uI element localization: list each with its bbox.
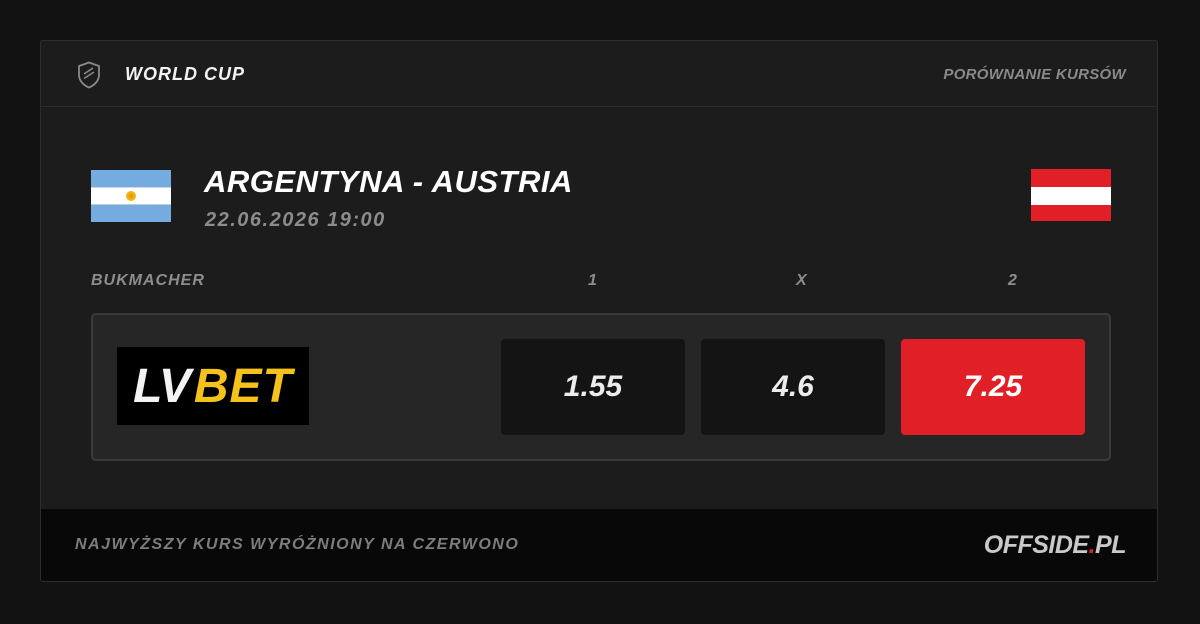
logo-text-lv: LV: [133, 359, 191, 413]
card-header: WORLD CUP PORÓWNANIE KURSÓW: [41, 41, 1157, 107]
odd-away-button[interactable]: 7.25: [901, 339, 1085, 435]
match-datetime: 22.06.2026 19:00: [205, 209, 386, 231]
lvbet-logo[interactable]: LV BET: [117, 347, 309, 425]
offside-logo[interactable]: OFFSIDE.PL: [983, 531, 1127, 560]
highest-odds-note: NAJWYŻSZY KURS WYRÓŻNIONY NA CZERWONO: [75, 536, 520, 553]
austria-flag-icon: [1031, 169, 1111, 221]
card-footer: NAJWYŻSZY KURS WYRÓŻNIONY NA CZERWONO OF…: [41, 509, 1157, 581]
brand-suffix: PL: [1095, 531, 1126, 559]
odds-card: WORLD CUP PORÓWNANIE KURSÓW ARGENTYNA - …: [40, 40, 1158, 582]
brand-main: OFFSIDE: [983, 531, 1089, 559]
competition-title: WORLD CUP: [125, 64, 245, 84]
argentina-flag-icon: [91, 170, 171, 222]
odds-comparison-label: PORÓWNANIE KURSÓW: [943, 66, 1126, 83]
logo-text-bet: BET: [193, 359, 293, 413]
column-header-home: 1: [588, 272, 598, 289]
bookmaker-row: LV BET 1.55 4.6 7.25: [91, 313, 1111, 461]
shield-icon: [78, 61, 100, 89]
column-header-draw: X: [796, 272, 808, 289]
odd-home-button[interactable]: 1.55: [501, 339, 685, 435]
column-header-bookmaker: BUKMACHER: [91, 272, 205, 289]
match-title: ARGENTYNA - AUSTRIA: [204, 164, 573, 199]
odd-draw-button[interactable]: 4.6: [701, 339, 885, 435]
column-header-away: 2: [1008, 272, 1018, 289]
